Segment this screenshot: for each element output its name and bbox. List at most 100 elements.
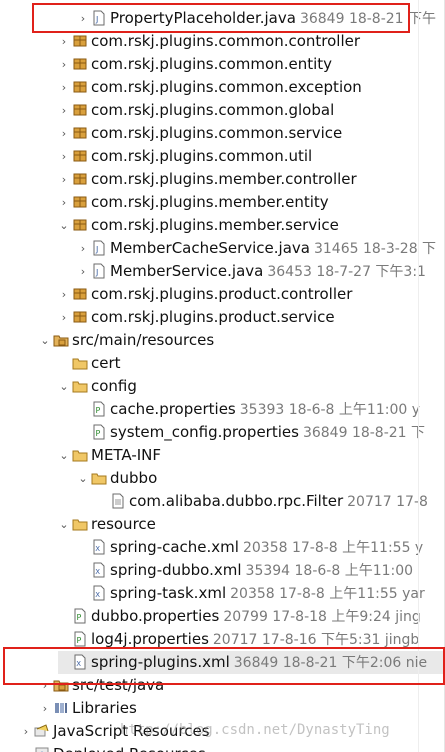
tree-row[interactable]: Psystem_config.properties 36849 18-8-21 下 [77, 421, 445, 444]
tree-row[interactable]: › com.rskj.plugins.product.service [58, 306, 445, 329]
svg-text:X: X [95, 568, 100, 576]
svg-text:J: J [95, 245, 98, 254]
package-icon [72, 56, 88, 72]
expand-closed-icon[interactable]: › [58, 168, 70, 191]
tree-row[interactable]: › com.rskj.plugins.common.util [58, 145, 445, 168]
expand-open-icon[interactable]: ⌄ [58, 444, 70, 467]
tree-row[interactable]: › com.rskj.plugins.common.entity [58, 53, 445, 76]
tree-row[interactable]: › J MemberCacheService.java 31465 18-3-28 下 [77, 237, 445, 260]
tree-row-label: cache.properties [110, 400, 236, 418]
tree-row-label: com.rskj.plugins.member.entity [91, 193, 329, 211]
tree-row-label: system_config.properties [110, 423, 299, 441]
tree-row[interactable]: Xspring-task.xml 20358 17-8-8 上午11:55 yar [77, 582, 445, 605]
expand-open-icon[interactable]: ⌄ [58, 513, 70, 536]
tree-row[interactable]: Pdubbo.properties 20799 17-8-18 上午9:24 ji… [58, 605, 445, 628]
expand-open-icon[interactable]: ⌄ [58, 375, 70, 398]
tree-row-label: com.rskj.plugins.common.entity [91, 55, 333, 73]
expand-closed-icon[interactable]: › [77, 237, 89, 260]
tree-row[interactable]: ⌄ config [58, 375, 445, 398]
tree-row-label: log4j.properties [91, 630, 209, 648]
package-icon [72, 33, 88, 49]
expand-closed-icon[interactable]: › [77, 260, 89, 283]
tree-row[interactable]: › com.rskj.plugins.member.controller [58, 168, 445, 191]
tree-row-meta: 20799 17-8-18 上午9:24 jing [223, 609, 421, 625]
expand-open-icon[interactable]: ⌄ [39, 329, 51, 352]
folder-icon [72, 447, 88, 463]
tree-row-label: com.rskj.plugins.product.service [91, 308, 335, 326]
package-icon [72, 125, 88, 141]
folder-icon [91, 470, 107, 486]
svg-text:X: X [95, 591, 100, 599]
tree-row-meta: 20358 17-8-8 上午11:55 yar [230, 586, 425, 602]
java-file-icon: J [91, 263, 107, 279]
svg-text:P: P [96, 429, 101, 438]
svg-text:P: P [96, 406, 101, 415]
tree-row[interactable]: ⌄ com.rskj.plugins.member.service [58, 214, 445, 237]
folder-icon [72, 378, 88, 394]
tree-row-label: com.rskj.plugins.common.service [91, 124, 343, 142]
tree-row[interactable]: › com.rskj.plugins.common.global [58, 99, 445, 122]
package-icon [72, 217, 88, 233]
tree-row[interactable]: cert [58, 352, 445, 375]
package-icon [72, 286, 88, 302]
tree-row-label: com.alibaba.dubbo.rpc.Filter [129, 492, 344, 510]
properties-file-icon: P [72, 608, 88, 624]
tree-row[interactable]: Xspring-cache.xml 20358 17-8-8 上午11:55 y [77, 536, 445, 559]
svg-text:J: J [95, 268, 98, 277]
expand-closed-icon[interactable]: › [58, 191, 70, 214]
tree-row-label: com.rskj.plugins.product.controller [91, 285, 353, 303]
highlight-box-property-placeholder [32, 3, 410, 33]
package-icon [72, 171, 88, 187]
tree-row-label: spring-cache.xml [110, 538, 239, 556]
tree-row-meta: 36453 18-7-27 下午3:1 [267, 264, 426, 280]
expand-closed-icon[interactable]: › [39, 697, 51, 720]
expand-closed-icon[interactable]: › [58, 76, 70, 99]
properties-file-icon: P [91, 401, 107, 417]
highlight-box-spring-plugins [3, 647, 445, 685]
tree-row-label: META-INF [91, 446, 162, 464]
tree-row[interactable]: Pcache.properties 35393 18-6-8 上午11:00 y [77, 398, 445, 421]
svg-text:P: P [77, 636, 82, 645]
source-folder-icon [53, 332, 69, 348]
tree-row-label: MemberService.java [110, 262, 264, 280]
tree-row-label: com.rskj.plugins.member.controller [91, 170, 357, 188]
tree-row-label: com.rskj.plugins.common.controller [91, 32, 361, 50]
package-icon [72, 194, 88, 210]
svg-text:P: P [77, 613, 82, 622]
tree-row[interactable]: › com.rskj.plugins.member.entity [58, 191, 445, 214]
tree-row[interactable]: › com.rskj.plugins.product.controller [58, 283, 445, 306]
expand-closed-icon[interactable]: › [58, 283, 70, 306]
tree-row[interactable]: com.alibaba.dubbo.rpc.Filter 20717 17-8 [96, 490, 445, 513]
expand-open-icon[interactable]: ⌄ [77, 467, 89, 490]
tree-row-label: com.rskj.plugins.common.global [91, 101, 335, 119]
tree-row[interactable]: ⌄ dubbo [77, 467, 445, 490]
expand-open-icon[interactable]: ⌄ [58, 214, 70, 237]
tree-row-label: dubbo.properties [91, 607, 220, 625]
tree-row[interactable]: › Libraries [39, 697, 445, 720]
properties-file-icon: P [72, 631, 88, 647]
expand-closed-icon[interactable]: › [58, 53, 70, 76]
tree-row[interactable]: ⌄ resource [58, 513, 445, 536]
expand-closed-icon[interactable]: › [58, 30, 70, 53]
tree-row-meta: 20717 17-8 [347, 494, 428, 510]
expand-closed-icon[interactable]: › [58, 122, 70, 145]
tree-row[interactable]: › J MemberService.java 36453 18-7-27 下午3:1 [77, 260, 445, 283]
expand-closed-icon[interactable]: › [58, 145, 70, 168]
expand-closed-icon[interactable]: › [58, 99, 70, 122]
expand-closed-icon[interactable]: › [58, 306, 70, 329]
text-file-icon [110, 493, 126, 509]
tree-row[interactable]: › com.rskj.plugins.common.exception [58, 76, 445, 99]
tree-row[interactable]: › com.rskj.plugins.common.controller [58, 30, 445, 53]
folder-icon [72, 355, 88, 371]
expand-closed-icon[interactable]: › [20, 720, 32, 743]
tree-row-label: resource [91, 515, 156, 533]
tree-row[interactable]: › com.rskj.plugins.common.service [58, 122, 445, 145]
tree-row[interactable]: › Deployed Resources [20, 743, 445, 752]
tree-row[interactable]: Xspring-dubbo.xml 35394 18-6-8 上午11:00 [77, 559, 445, 582]
tree-row[interactable]: ⌄ META-INF [58, 444, 445, 467]
watermark: http://blog.csdn.net/DynastyTing [120, 722, 390, 738]
tree-row-label: spring-dubbo.xml [110, 561, 242, 579]
tree-row-label: dubbo [110, 469, 158, 487]
tree-row[interactable]: ⌄ src/main/resources [39, 329, 445, 352]
expand-closed-icon[interactable]: › [20, 743, 32, 752]
